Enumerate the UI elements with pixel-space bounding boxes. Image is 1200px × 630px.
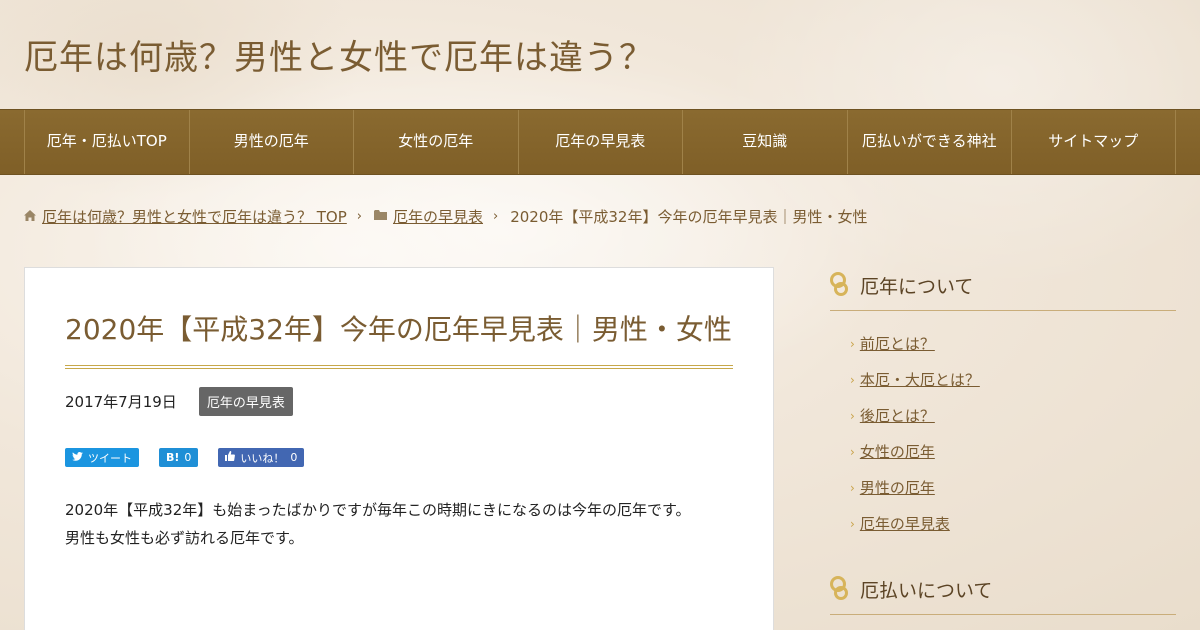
nav-item-trivia[interactable]: 豆知識	[682, 110, 847, 174]
share-buttons: ツイート B! 0 いいね！ 0	[65, 448, 733, 468]
sidebar-heading-label: 厄年について	[860, 275, 974, 298]
chevron-right-icon: ›	[850, 372, 855, 387]
twitter-bird-icon	[72, 451, 83, 464]
tweet-label: ツイート	[88, 451, 132, 465]
facebook-like-button[interactable]: いいね！ 0	[218, 448, 305, 468]
sidebar-link-list: › 前厄とは？ › 本厄・大厄とは？ › 後厄とは？ › 女性の厄年 › 男性の厄年 › 厄…	[830, 333, 1176, 534]
chevron-right-icon: ›	[850, 444, 855, 459]
body-paragraph: 男性も女性も必ず訪れる厄年です。	[65, 529, 304, 548]
like-count: 0	[290, 451, 298, 465]
article-meta: 2017年7月19日 厄年の早見表	[65, 387, 733, 417]
list-item: › 男性の厄年	[850, 477, 1176, 498]
sidebar: 厄年について › 前厄とは？ › 本厄・大厄とは？ › 後厄とは？ › 女性の厄年 › 男…	[830, 270, 1176, 615]
breadcrumb-home-link[interactable]: 厄年は何歳？男性と女性で厄年は違う？ TOP	[42, 206, 347, 227]
article-body: 2020年【平成32年】も始まったばかりですが毎年この時期にきになるのは今年の厄…	[65, 497, 733, 553]
sidebar-heading: 厄払いについて	[830, 574, 1176, 615]
global-nav: 厄年・厄払いTOP 男性の厄年 女性の厄年 厄年の早見表 豆知識 厄払いができる…	[0, 109, 1200, 175]
hatena-b-icon: B!	[166, 451, 180, 465]
sidebar-link-male[interactable]: 男性の厄年	[860, 477, 935, 498]
sidebar-link-female[interactable]: 女性の厄年	[860, 441, 935, 462]
hatena-bookmark-button[interactable]: B! 0	[159, 448, 199, 468]
post-date: 2017年7月19日	[65, 393, 177, 412]
chevron-right-icon: ›	[850, 480, 855, 495]
article-card: 2020年【平成32年】今年の厄年早見表｜男性・女性 2017年7月19日 厄年…	[24, 267, 774, 630]
nav-item-quick-table[interactable]: 厄年の早見表	[517, 110, 683, 174]
nav-item-sitemap[interactable]: サイトマップ	[1011, 110, 1176, 174]
list-item: › 後厄とは？	[850, 405, 1176, 426]
list-item: › 本厄・大厄とは？	[850, 369, 1176, 390]
article-title: 2020年【平成32年】今年の厄年早見表｜男性・女性	[65, 308, 733, 370]
tweet-button[interactable]: ツイート	[65, 448, 139, 468]
chevron-right-icon: ›	[850, 336, 855, 351]
chevron-right-icon: ›	[850, 408, 855, 423]
breadcrumb: 厄年は何歳？男性と女性で厄年は違う？ TOP › 厄年の早見表 › 2020年【…	[24, 206, 867, 227]
nav-item-female-yakudoshi[interactable]: 女性の厄年	[353, 110, 518, 174]
list-item: › 女性の厄年	[850, 441, 1176, 462]
like-label: いいね！	[240, 451, 285, 465]
home-icon	[24, 209, 36, 224]
ornament-icon	[830, 270, 852, 300]
sidebar-link-honyaku[interactable]: 本厄・大厄とは？	[860, 369, 980, 390]
breadcrumb-category-link[interactable]: 厄年の早見表	[393, 206, 483, 227]
sidebar-link-quick-table[interactable]: 厄年の早見表	[860, 513, 950, 534]
breadcrumb-current: 2020年【平成32年】今年の厄年早見表｜男性・女性	[510, 208, 868, 226]
sidebar-heading: 厄年について	[830, 270, 1176, 311]
chevron-right-icon: ›	[850, 516, 855, 531]
hatena-count: 0	[184, 451, 192, 465]
nav-item-male-yakudoshi[interactable]: 男性の厄年	[188, 110, 354, 174]
list-item: › 前厄とは？	[850, 333, 1176, 354]
sidebar-heading-label: 厄払いについて	[860, 579, 993, 602]
list-item: › 厄年の早見表	[850, 513, 1176, 534]
nav-item-top[interactable]: 厄年・厄払いTOP	[24, 110, 189, 174]
sidebar-link-atoyaku[interactable]: 後厄とは？	[860, 405, 935, 426]
site-title[interactable]: 厄年は何歳？男性と女性で厄年は違う？	[24, 30, 654, 79]
chevron-right-icon: ›	[493, 209, 499, 224]
ornament-icon	[830, 574, 852, 604]
nav-item-shrines[interactable]: 厄払いができる神社	[846, 110, 1012, 174]
sidebar-link-maeyaku[interactable]: 前厄とは？	[860, 333, 935, 354]
thumbs-up-icon	[225, 451, 236, 464]
folder-icon	[374, 210, 387, 223]
category-badge[interactable]: 厄年の早見表	[198, 387, 293, 417]
body-paragraph: 2020年【平成32年】も始まったばかりですが毎年この時期にきになるのは今年の厄…	[65, 501, 691, 520]
chevron-right-icon: ›	[356, 209, 362, 224]
